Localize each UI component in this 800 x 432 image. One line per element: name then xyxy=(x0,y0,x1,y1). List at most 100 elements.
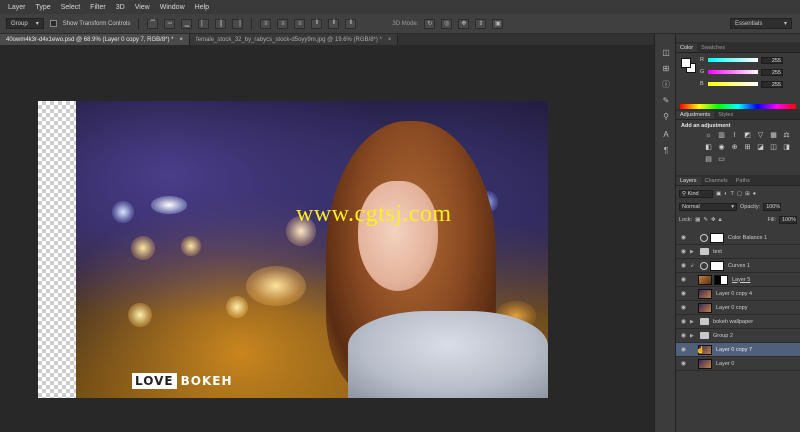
document-tab-inactive[interactable]: female_stock_32_by_rabycs_stock-d5oyy9m.… xyxy=(190,34,399,45)
brush-icon[interactable]: ✎ xyxy=(661,96,671,106)
align-top-icon[interactable]: ▔ xyxy=(147,18,159,29)
document-canvas[interactable]: www.cgtsj.com LOVE BOKEH xyxy=(38,101,548,398)
blue-slider[interactable] xyxy=(708,82,758,86)
curves-icon[interactable]: ⌇ xyxy=(730,131,739,140)
photo-filter-icon[interactable]: ◉ xyxy=(717,143,726,152)
menu-filter[interactable]: Filter xyxy=(90,4,106,11)
red-slider[interactable] xyxy=(708,58,758,62)
layer-row[interactable]: ◉ Layer 0 copy 4 xyxy=(676,287,800,301)
filter-pixel-icon[interactable]: ▣ xyxy=(716,191,721,197)
align-left-icon[interactable]: ▏ xyxy=(198,18,210,29)
distribute-right-icon[interactable]: ⦀ xyxy=(345,18,357,29)
eye-icon[interactable]: ◉ xyxy=(679,276,688,283)
eye-icon[interactable]: ◉ xyxy=(679,304,688,311)
filter-toggle-icon[interactable]: ● xyxy=(753,191,756,197)
eye-icon[interactable]: ◉ xyxy=(679,360,688,367)
distribute-hcenter-icon[interactable]: ⦀ xyxy=(328,18,340,29)
3d-roll-icon[interactable]: ◎ xyxy=(441,18,453,29)
menu-view[interactable]: View xyxy=(135,4,150,11)
expand-arrow-icon[interactable]: ▶ xyxy=(690,319,696,325)
info-icon[interactable]: ⓘ xyxy=(661,80,671,90)
exposure-icon[interactable]: ◩ xyxy=(743,131,752,140)
filter-shape-icon[interactable]: ▢ xyxy=(737,191,742,197)
clone-source-icon[interactable]: ⚲ xyxy=(661,112,671,122)
lock-all-icon[interactable]: 🔒︎ xyxy=(719,217,722,224)
eye-icon[interactable]: ◉ xyxy=(679,318,688,325)
align-right-icon[interactable]: ▕ xyxy=(232,18,244,29)
eye-icon[interactable]: ◉ xyxy=(679,346,688,353)
selective-color-icon[interactable]: ▤ xyxy=(704,155,713,164)
menu-select[interactable]: Select xyxy=(61,4,80,11)
paragraph-icon[interactable]: ¶ xyxy=(661,146,671,156)
layer-row[interactable]: ◉ Layer 0 xyxy=(676,357,800,371)
tab-styles[interactable]: Styles xyxy=(714,111,737,119)
expand-arrow-icon[interactable]: ▶ xyxy=(690,333,696,339)
lock-position-icon[interactable]: ✥ xyxy=(711,217,716,223)
close-icon[interactable]: × xyxy=(388,37,392,43)
canvas-area[interactable]: www.cgtsj.com LOVE BOKEH xyxy=(0,45,654,432)
layer-filter-kind[interactable]: ⚲ Kind xyxy=(679,190,713,198)
character-icon[interactable]: A xyxy=(661,130,671,140)
3d-slide-icon[interactable]: ⇕ xyxy=(475,18,487,29)
tab-color[interactable]: Color xyxy=(676,44,698,52)
eye-icon[interactable]: ◉ xyxy=(679,234,688,241)
show-transform-checkbox[interactable] xyxy=(49,20,57,27)
align-bottom-icon[interactable]: ▁ xyxy=(181,18,193,29)
red-value[interactable]: 255 xyxy=(761,56,783,64)
layer-row-selected[interactable]: ◉ ☝ Layer 0 copy 7 xyxy=(676,343,800,357)
menu-help[interactable]: Help xyxy=(195,4,209,11)
distribute-left-icon[interactable]: ⦀ xyxy=(311,18,323,29)
invert-icon[interactable]: ◪ xyxy=(756,143,765,152)
menu-type[interactable]: Type xyxy=(36,4,51,11)
layer-row[interactable]: ◉ ↲ Curves 1 xyxy=(676,259,800,273)
green-slider[interactable] xyxy=(708,70,758,74)
layer-row[interactable]: ◉ Layer 5 xyxy=(676,273,800,287)
eye-icon[interactable]: ◉ xyxy=(679,248,688,255)
menu-layer[interactable]: Layer xyxy=(8,4,26,11)
foreground-color-swatch[interactable] xyxy=(681,58,691,68)
distribute-top-icon[interactable]: ≡ xyxy=(260,18,272,29)
layer-row[interactable]: ◉ Layer 0 copy xyxy=(676,301,800,315)
tab-paths[interactable]: Paths xyxy=(732,177,754,185)
eye-icon[interactable]: ◉ xyxy=(679,290,688,297)
levels-icon[interactable]: ▥ xyxy=(717,131,726,140)
green-value[interactable]: 255 xyxy=(761,68,783,76)
menu-3d[interactable]: 3D xyxy=(116,4,125,11)
eye-icon[interactable]: ◉ xyxy=(679,262,688,269)
layer-mask-thumbnail[interactable] xyxy=(710,232,724,243)
properties-icon[interactable]: ⊞ xyxy=(661,64,671,74)
workspace-switcher[interactable]: Essentials ▾ xyxy=(730,18,792,29)
close-icon[interactable]: × xyxy=(180,37,184,43)
3d-scale-icon[interactable]: ▣ xyxy=(492,18,504,29)
black-white-icon[interactable]: ◧ xyxy=(704,143,713,152)
filter-adjustment-icon[interactable]: ◐ xyxy=(724,191,727,197)
color-balance-icon[interactable]: ⚖ xyxy=(782,131,791,140)
tab-layers[interactable]: Layers xyxy=(676,177,701,185)
color-lookup-icon[interactable]: ⊞ xyxy=(743,143,752,152)
lock-transparent-icon[interactable]: ▦ xyxy=(695,217,700,223)
layer-mask-thumbnail[interactable] xyxy=(710,260,724,271)
align-hcenter-icon[interactable]: ║ xyxy=(215,18,227,29)
document-tab-active[interactable]: 40owm4k3r-d4x1ewo.psd @ 68.9% (Layer 0 c… xyxy=(0,34,191,45)
align-vcenter-icon[interactable]: ═ xyxy=(164,18,176,29)
filter-smart-icon[interactable]: ⊞ xyxy=(745,191,750,197)
layer-row[interactable]: ◉ ▶ bokeh wallpaper xyxy=(676,315,800,329)
tab-swatches[interactable]: Swatches xyxy=(697,44,729,52)
posterize-icon[interactable]: ◫ xyxy=(769,143,778,152)
3d-rotate-icon[interactable]: ↻ xyxy=(424,18,436,29)
tab-channels[interactable]: Channels xyxy=(701,177,732,185)
threshold-icon[interactable]: ◨ xyxy=(782,143,791,152)
layer-row[interactable]: ◉ ▶ text xyxy=(676,245,800,259)
layer-row[interactable]: ◉ ▶ Group 2 xyxy=(676,329,800,343)
history-icon[interactable]: ◫ xyxy=(661,48,671,58)
channel-mixer-icon[interactable]: ⊕ xyxy=(730,143,739,152)
opacity-field[interactable]: 100% xyxy=(763,203,782,211)
lock-pixels-icon[interactable]: ✎ xyxy=(703,217,708,223)
brightness-icon[interactable]: ☼ xyxy=(704,131,713,140)
distribute-center-icon[interactable]: ≡ xyxy=(277,18,289,29)
layer-mask-thumbnail[interactable] xyxy=(714,274,728,285)
blend-mode-dropdown[interactable]: Normal ▾ xyxy=(679,203,737,211)
eye-icon[interactable]: ◉ xyxy=(679,332,688,339)
distribute-bottom-icon[interactable]: ≡ xyxy=(294,18,306,29)
expand-arrow-icon[interactable]: ▶ xyxy=(690,249,696,255)
